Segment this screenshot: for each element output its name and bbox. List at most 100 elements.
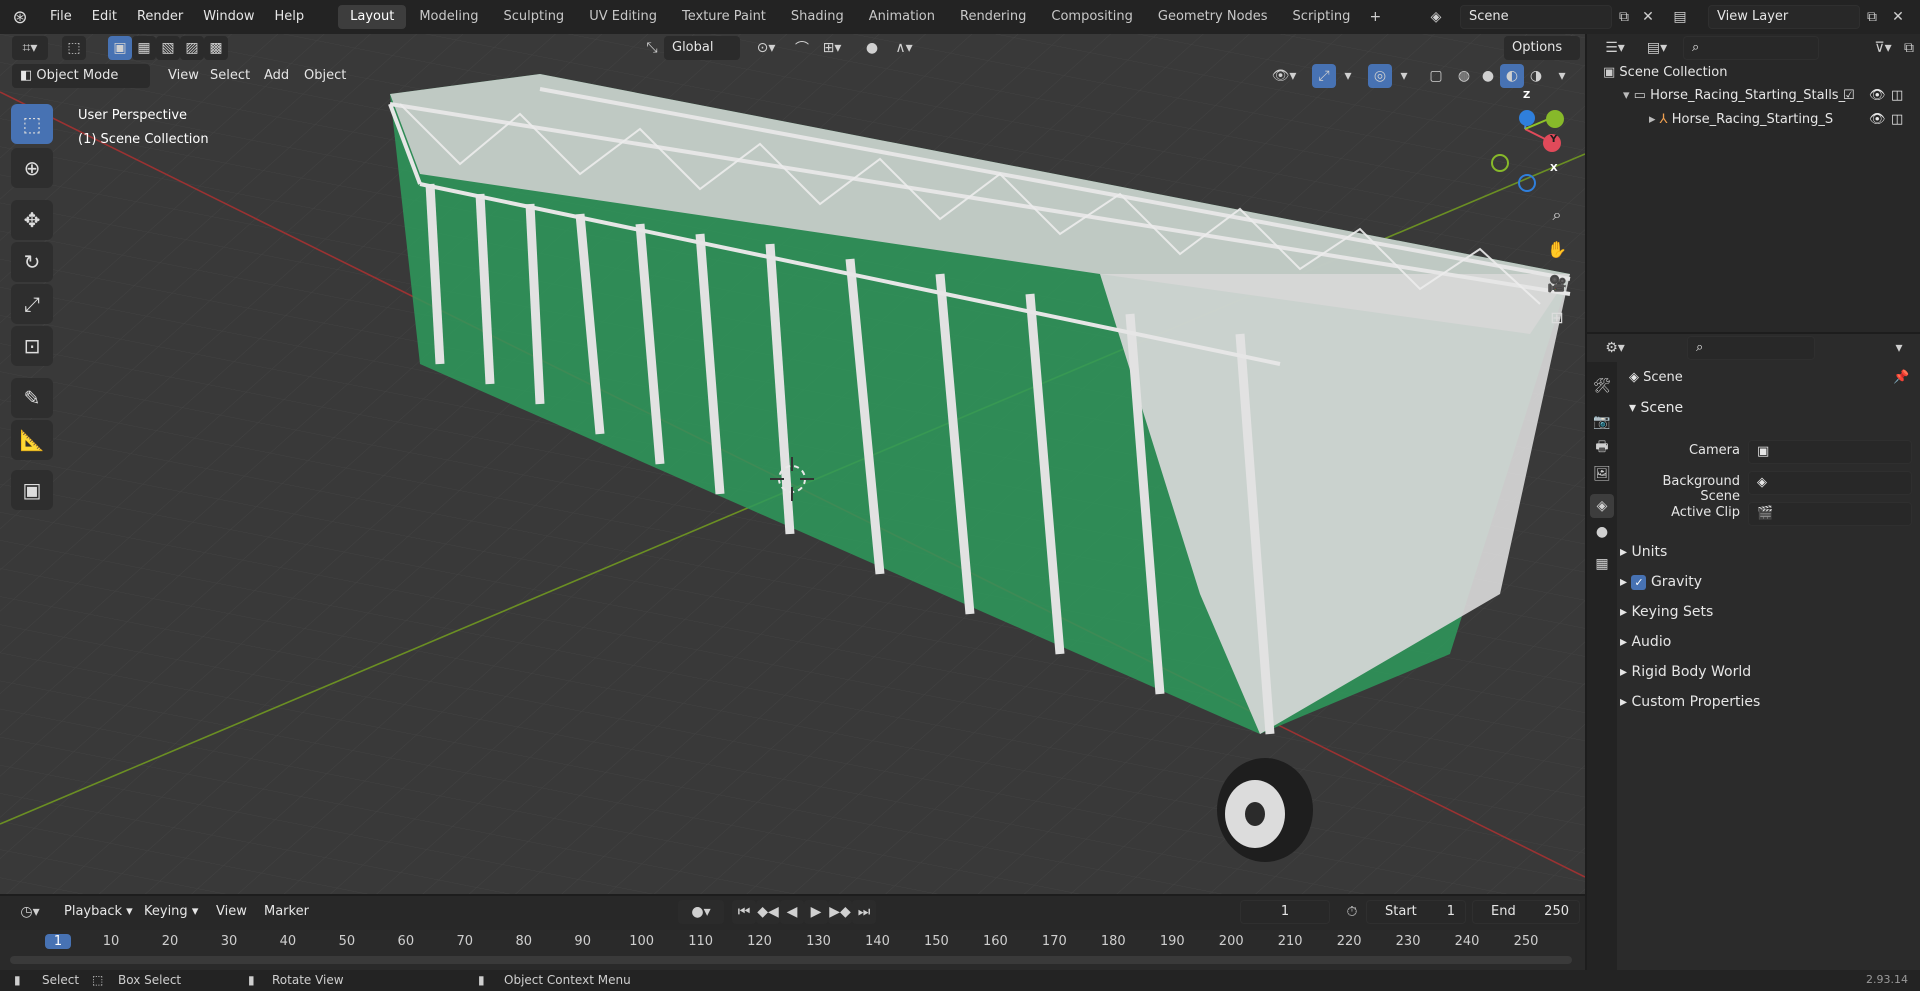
stopwatch-icon[interactable]: ⏱ — [1340, 900, 1364, 924]
select-mode-invert-icon[interactable]: ▩ — [204, 36, 228, 60]
scene-field[interactable]: Scene — [1460, 5, 1612, 29]
output-tab-icon[interactable]: 🖶 — [1590, 436, 1614, 460]
gizmo-dropdown-icon[interactable]: ▾ — [1336, 64, 1360, 88]
menu-help[interactable]: Help — [265, 0, 315, 34]
visibility-icon[interactable]: 👁▾ — [1266, 64, 1302, 88]
menu-edit[interactable]: Edit — [82, 0, 127, 34]
expand-arrow-icon[interactable]: ▸ — [1649, 112, 1660, 127]
transform-orientation-icon[interactable]: ⤡ — [640, 36, 664, 60]
select-mode-new-icon[interactable]: ▣ — [108, 36, 132, 60]
tab-uv-editing[interactable]: UV Editing — [577, 5, 669, 29]
add-menu[interactable]: Add — [256, 64, 297, 88]
gravity-subpanel[interactable]: ▸ ✓ Gravity — [1620, 568, 1920, 597]
scene-collection-row[interactable]: ▣ Scene Collection — [1603, 65, 1728, 80]
gizmo-z-label[interactable]: Z — [1523, 90, 1530, 101]
select-box-tool-icon[interactable]: ⬚ — [11, 104, 53, 144]
wireframe-shading-icon[interactable]: ◍ — [1452, 64, 1476, 88]
cursor-tool-icon[interactable]: ⊕ — [11, 148, 53, 188]
pan-hand-icon[interactable]: ✋ — [1540, 232, 1574, 266]
outliner-editor-type-icon[interactable]: ☰▾ — [1597, 36, 1633, 60]
new-view-layer-icon[interactable]: ⧉ — [1860, 5, 1884, 29]
custom-properties-subpanel[interactable]: ▸ Custom Properties — [1620, 688, 1920, 717]
keying-menu[interactable]: Keying ▾ — [136, 900, 206, 924]
perspective-toggle-icon[interactable]: ⊞ — [1540, 300, 1574, 334]
timeline-editor-type-icon[interactable]: ◷▾ — [12, 900, 48, 924]
tab-shading[interactable]: Shading — [779, 5, 856, 29]
playback-menu[interactable]: Playback ▾ — [56, 900, 141, 924]
shading-dropdown-icon[interactable]: ▾ — [1550, 64, 1574, 88]
menu-render[interactable]: Render — [127, 0, 193, 34]
camera-view-icon[interactable]: 🎥 — [1540, 266, 1574, 300]
tab-layout[interactable]: Layout — [338, 5, 407, 29]
expand-arrow-icon[interactable]: ▾ — [1623, 88, 1634, 103]
zoom-icon[interactable]: ⌕ — [1540, 198, 1574, 232]
prev-keyframe-icon[interactable]: ◆◀ — [756, 900, 780, 924]
tab-geometry-nodes[interactable]: Geometry Nodes — [1146, 5, 1280, 29]
proportional-edit-icon[interactable]: ● — [860, 36, 884, 60]
camera-render-icon[interactable]: ◫ — [1891, 88, 1903, 103]
camera-render-icon[interactable]: ◫ — [1891, 112, 1903, 127]
measure-tool-icon[interactable]: 📐 — [11, 420, 53, 460]
scene-icon[interactable]: ◈ — [1424, 5, 1448, 29]
scale-tool-icon[interactable]: ⤢ — [11, 284, 53, 324]
keying-sets-subpanel[interactable]: ▸ Keying Sets — [1620, 598, 1920, 627]
active-clip-field[interactable]: 🎬 — [1748, 502, 1912, 526]
render-tab-icon[interactable]: 📷 — [1590, 410, 1614, 434]
tab-modeling[interactable]: Modeling — [407, 5, 490, 29]
timeline-scrollbar[interactable] — [10, 956, 1572, 964]
camera-field[interactable]: ▣ — [1748, 440, 1912, 464]
new-scene-icon[interactable]: ⧉ — [1612, 5, 1636, 29]
outliner-row-object[interactable]: ▸ ⅄ Horse_Racing_Starting_S — [1649, 112, 1889, 127]
play-icon[interactable]: ▶ — [804, 900, 828, 924]
display-mode-icon[interactable]: ▤▾ — [1639, 36, 1675, 60]
gravity-checkbox[interactable]: ✓ — [1631, 575, 1647, 590]
options-dropdown[interactable]: Options — [1504, 36, 1580, 60]
audio-subpanel[interactable]: ▸ Audio — [1620, 628, 1920, 657]
new-collection-icon[interactable]: ⧉ — [1897, 36, 1920, 60]
falloff-icon[interactable]: ∧▾ — [886, 36, 922, 60]
select-mode-intersect-icon[interactable]: ▨ — [180, 36, 204, 60]
rendered-shading-icon[interactable]: ◑ — [1524, 64, 1548, 88]
properties-search-input[interactable]: ⌕ — [1687, 336, 1815, 360]
pivot-point-icon[interactable]: ⊙▾ — [748, 36, 784, 60]
tab-sculpting[interactable]: Sculpting — [491, 5, 576, 29]
menu-window[interactable]: Window — [193, 0, 264, 34]
filter-icon[interactable]: ⊽▾ — [1865, 36, 1901, 60]
tab-texture-paint[interactable]: Texture Paint — [670, 5, 778, 29]
overlay-toggle-icon[interactable]: ◎ — [1368, 64, 1392, 88]
select-menu[interactable]: Select — [202, 64, 258, 88]
rotate-tool-icon[interactable]: ↻ — [11, 242, 53, 282]
eye-icon[interactable]: 👁 — [1869, 112, 1886, 127]
blender-logo-icon[interactable]: ⊛ — [0, 7, 40, 28]
current-frame-indicator[interactable]: 1 — [45, 934, 71, 949]
snap-icon[interactable]: ⌒ — [790, 36, 814, 60]
jump-end-icon[interactable]: ⏭ — [852, 900, 876, 924]
annotate-tool-icon[interactable]: ✎ — [11, 378, 53, 418]
transform-tool-icon[interactable]: ⊡ — [11, 326, 53, 366]
tool-tab-icon[interactable]: 🛠 — [1590, 374, 1614, 398]
play-reverse-icon[interactable]: ◀ — [780, 900, 804, 924]
rigid-body-world-subpanel[interactable]: ▸ Rigid Body World — [1620, 658, 1920, 687]
view-menu[interactable]: View — [160, 64, 207, 88]
marker-menu[interactable]: Marker — [256, 900, 317, 924]
xray-icon[interactable]: ▢ — [1424, 64, 1448, 88]
background-scene-field[interactable]: ◈ — [1748, 471, 1912, 495]
end-frame-field[interactable]: End 250 — [1472, 900, 1580, 924]
solid-shading-icon[interactable]: ● — [1476, 64, 1500, 88]
pin-icon[interactable]: 📌 — [1893, 370, 1909, 385]
select-mode-extend-icon[interactable]: ▦ — [132, 36, 156, 60]
view-layer-tab-icon[interactable]: 🖼 — [1590, 462, 1614, 486]
select-mode-subtract-icon[interactable]: ▧ — [156, 36, 180, 60]
overlay-dropdown-icon[interactable]: ▾ — [1392, 64, 1416, 88]
gizmo-y-label[interactable]: Y — [1550, 134, 1557, 145]
transform-orientation-dropdown[interactable]: Global — [664, 36, 740, 60]
scene-tab-icon[interactable]: ◈ — [1590, 494, 1614, 518]
material-shading-icon[interactable]: ◐ — [1500, 64, 1524, 88]
current-frame-field[interactable]: 1 — [1240, 900, 1330, 924]
add-workspace-icon[interactable]: + — [1363, 5, 1387, 29]
scene-panel-header[interactable]: ▾ Scene — [1629, 400, 1683, 416]
object-mode-dropdown[interactable]: ◧ Object Mode — [12, 64, 150, 88]
view-menu[interactable]: View — [208, 900, 255, 924]
editor-type-icon[interactable]: ⌗▾ — [12, 36, 48, 60]
tab-compositing[interactable]: Compositing — [1039, 5, 1145, 29]
